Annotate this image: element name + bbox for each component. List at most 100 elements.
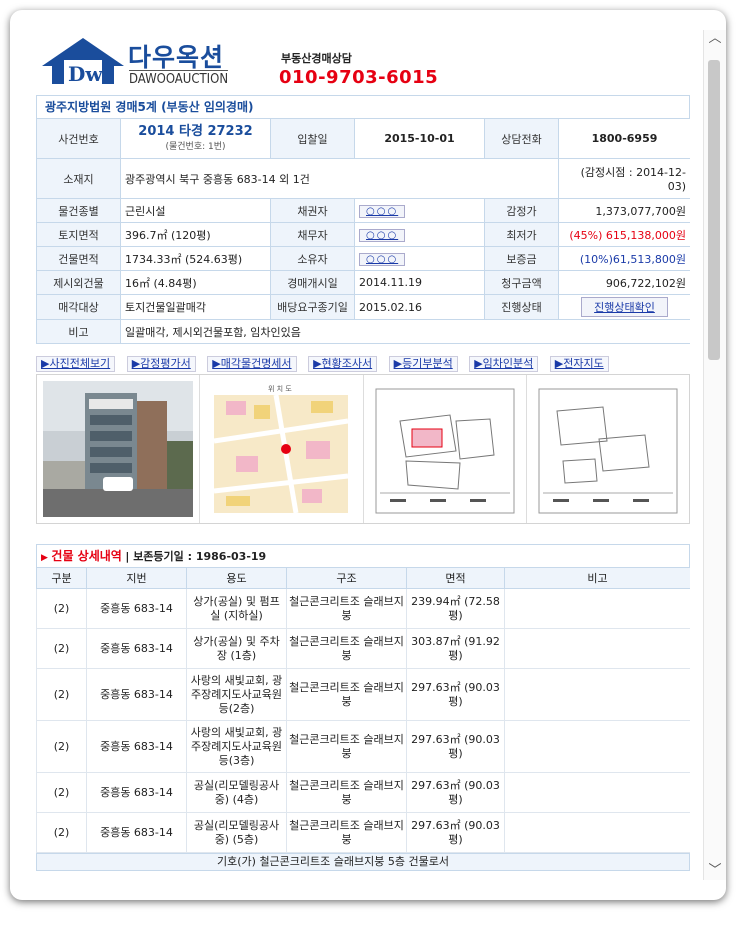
table-row: (2) 중흥동 683-14 공실(리모델링공사중) (4층) 철근콘크리트조 슬래브… [36,772,690,813]
cell: 297.63㎡ (90.03평) [406,812,505,853]
table-row: (2) 중흥동 683-14 상가(공실) 및 주차장 (1층) 철근콘크리트조 슬래… [36,628,690,669]
link-sale-statement[interactable]: ▶매각물건명세서 [207,356,297,372]
link-all-photos[interactable]: ▶사진전체보기 [36,356,116,372]
appraisal-date: (감정시점 : 2014-12-03) [558,158,690,199]
location-map-image: 위 치 도 [206,381,357,517]
cell: 철근콘크리트조 슬래브지붕 [286,668,407,721]
info-label: 배당요구종기일 [270,294,355,320]
photo-location-map[interactable]: 위 치 도 [200,375,364,523]
info-label: 최저가 [484,222,559,247]
location-label: 소재지 [36,158,121,199]
house-logo-icon: Dw [42,38,124,86]
column-header: 용도 [186,567,287,589]
cell: 303.87㎡ (91.92평) [406,628,505,669]
photo-building-plan[interactable] [527,375,689,523]
cell: 공실(리모델링공사중) (5층) [186,812,287,853]
note-label: 비고 [36,319,121,344]
cell: (2) [36,668,87,721]
case-number-cell: 2014 타경 27232 (물건번호: 1번) [120,118,271,159]
building-table: 구분 지번 용도 구조 면적 비고 (2) 중흥동 683-14 상가(공실) 및 … [36,567,690,853]
svg-text:위 치 도: 위 치 도 [268,384,292,393]
info-label: 보증금 [484,246,559,271]
building-photo-image [43,381,194,517]
info-label: 매각대상 [36,294,121,320]
info-label: 제시외건물 [36,270,121,295]
header: Dw 다우옥션 DAWOOAUCTION 부동산경매상담 010-9703-60… [36,10,690,95]
cell: 공실(리모델링공사중) (4층) [186,772,287,813]
info-value: 1734.33㎡ (524.63평) [120,246,271,271]
link-status-report[interactable]: ▶현황조사서 [308,356,378,372]
info-value: 2015.02.16 [354,294,485,320]
claim-amount: 906,722,102원 [558,270,690,295]
page-content: Dw 다우옥션 DAWOOAUCTION 부동산경매상담 010-9703-60… [36,10,690,900]
cell: 중흥동 683-14 [86,668,187,721]
debtor-button[interactable]: ○○○ [359,228,406,242]
consult-tel-label: 상담전화 [484,118,559,159]
triangle-bullet-icon: ▶ [41,553,48,563]
info-label: 채권자 [270,198,355,223]
table-header-row: 구분 지번 용도 구조 면적 비고 [36,567,690,589]
photo-land-plan[interactable] [364,375,527,523]
building-detail-title: 건물 상세내역 [51,549,122,563]
deposit: (10%)61,513,800원 [558,246,690,271]
building-plan-image [532,381,683,517]
case-number: 2014 타경 27232 [138,124,253,139]
check-status-button[interactable]: 진행상태확인 [581,297,668,317]
note: 일괄매각, 제시외건물포함, 임차인있음 [120,319,690,344]
column-header: 비고 [504,567,690,589]
photo-building[interactable] [37,375,201,523]
cell [504,628,690,669]
brand-name-korean: 다우옥션 [128,43,225,72]
table-row: (2) 중흥동 683-14 사랑의 새빛교회, 광주장례지도사교육원등(3층) 철근… [36,720,690,773]
scroll-thumb[interactable] [708,60,720,360]
cell: 중흥동 683-14 [86,628,187,669]
cell: 중흥동 683-14 [86,720,187,773]
building-note: 기호(가) 철근콘크리트조 슬래브지붕 5층 건물로서 [36,853,690,871]
location: 광주광역시 북구 중흥동 683-14 외 1건 [120,158,559,199]
land-plan-image [369,381,520,517]
cell: 297.63㎡ (90.03평) [406,720,505,773]
table-row: (2) 중흥동 683-14 사랑의 새빛교회, 광주장례지도사교육원등(2층) 철근… [36,668,690,721]
cell: (2) [36,812,87,853]
registration-date: | 보존등기일 : 1986-03-19 [125,550,267,563]
scroll-down-arrow-icon[interactable]: ﹀ [704,862,726,880]
info-label: 물건종별 [36,198,121,223]
link-registry-analysis[interactable]: ▶등기부분석 [388,356,458,372]
court-title: 광주지방법원 경매5계 (부동산 임의경매) [36,95,690,118]
link-tenant-analysis[interactable]: ▶임차인분석 [469,356,539,372]
cell: (2) [36,720,87,773]
cell: 239.94㎡ (72.58평) [406,588,505,629]
info-label: 감정가 [484,198,559,223]
cell [504,812,690,853]
cell [504,720,690,773]
column-header: 면적 [406,567,505,589]
cell: (2) [36,772,87,813]
cell: (2) [36,628,87,669]
cell [504,588,690,629]
creditor-button[interactable]: ○○○ [359,204,406,218]
vertical-scrollbar[interactable]: ︿ ﹀ [703,30,726,880]
cell: 사랑의 새빛교회, 광주장례지도사교육원등(2층) [186,668,287,721]
scroll-up-arrow-icon[interactable]: ︿ [704,30,726,48]
link-electronic-map[interactable]: ▶전자지도 [549,356,609,372]
cell: 상가(공실) 및 주차장 (1층) [186,628,287,669]
bid-date: 2015-10-01 [354,118,485,159]
consult-tel: 1800-6959 [558,118,690,159]
appraisal-price: 1,373,077,700원 [558,198,690,223]
info-value: 근린시설 [120,198,271,223]
owner-button[interactable]: ○○○ [359,252,406,266]
cell [504,772,690,813]
cell: 상가(공실) 및 펌프실 (지하실) [186,588,287,629]
cell: 철근콘크리트조 슬래브지붕 [286,772,407,813]
cell: 사랑의 새빛교회, 광주장례지도사교육원등(3층) [186,720,287,773]
link-appraisal[interactable]: ▶감정평가서 [126,356,196,372]
cell: 297.63㎡ (90.03평) [406,772,505,813]
cell: 297.63㎡ (90.03평) [406,668,505,721]
case-sub-number: (물건번호: 1번) [165,142,226,152]
cell: 중흥동 683-14 [86,772,187,813]
cell: 철근콘크리트조 슬래브지붕 [286,720,407,773]
cell: 철근콘크리트조 슬래브지붕 [286,588,407,629]
info-label: 토지면적 [36,222,121,247]
info-label: 경매개시일 [270,270,355,295]
status-cell: 진행상태확인 [558,294,690,320]
